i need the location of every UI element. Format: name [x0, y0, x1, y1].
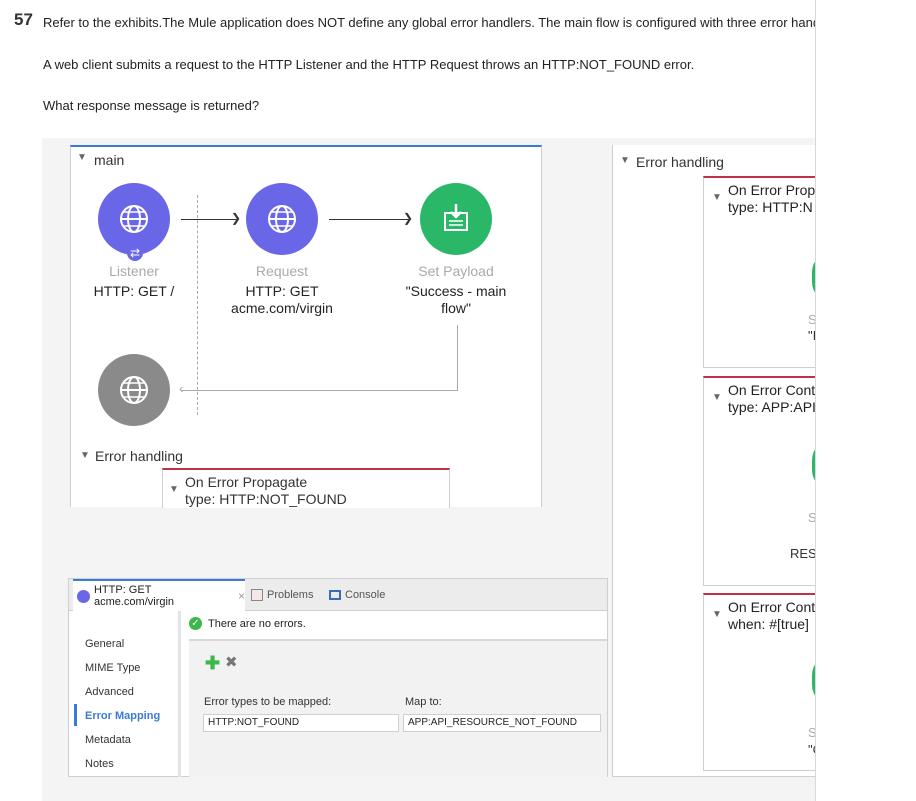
tab-problems[interactable]: Problems [251, 579, 327, 611]
handler-2-title: On Error Cont [728, 382, 816, 398]
handler-3-type: when: #[true] [728, 616, 809, 632]
request-node[interactable] [246, 183, 318, 255]
nav-metadata[interactable]: Metadata [85, 734, 131, 746]
add-icon[interactable]: ✚ [205, 653, 220, 674]
handler-1-title: On Error Prop [728, 182, 816, 198]
collapse-triangle-icon[interactable]: ▼ [712, 609, 722, 620]
problems-icon [251, 589, 263, 601]
tab-http-request[interactable]: HTTP: GET acme.com/virgin × [73, 579, 245, 611]
flow-arrow [181, 219, 237, 220]
error-type-field[interactable]: HTTP:NOT_FOUND [203, 714, 399, 732]
set-payload-label: Set Payload [418, 263, 494, 279]
on-error-propagate-title: On Error Propagate [185, 474, 308, 490]
handler-2-component-detail: RES [790, 546, 816, 561]
main-flow-canvas: ▼ main ⇄ Listener HTTP: GET / ❯ Request … [70, 145, 542, 507]
question-number: 57 [14, 10, 33, 29]
request-detail-line1: HTTP: GET [245, 283, 319, 299]
listener-detail: HTTP: GET / [93, 283, 175, 299]
map-to-header: Map to: [405, 696, 442, 708]
nav-error-mapping[interactable]: Error Mapping [85, 710, 160, 722]
set-payload-detail-line2: flow" [441, 300, 471, 316]
handler-3-title: On Error Cont [728, 599, 816, 615]
collapse-triangle-icon[interactable]: ▼ [620, 155, 630, 166]
set-payload-detail-line1: "Success - main [405, 283, 507, 299]
collapse-triangle-icon[interactable]: ▼ [80, 450, 90, 461]
error-handling-label: Error handling [95, 448, 183, 464]
handler-1-type: type: HTTP:N [728, 199, 813, 215]
properties-nav: General MIME Type Advanced Error Mapping… [69, 611, 181, 777]
source-separator [197, 195, 198, 415]
tab-http-request-label: HTTP: GET acme.com/virgin [93, 584, 175, 608]
collapse-triangle-icon[interactable]: ▼ [77, 152, 87, 163]
status-message: There are no errors. [208, 617, 306, 630]
question-intro: Refer to the exhibits.The Mule applicati… [43, 15, 815, 30]
response-node[interactable] [98, 354, 170, 426]
remove-icon[interactable]: ✖ [225, 653, 238, 671]
collapse-triangle-icon[interactable]: ▼ [169, 484, 179, 495]
close-icon[interactable]: × [238, 589, 245, 603]
globe-icon [268, 205, 296, 233]
error-types-header: Error types to be mapped: [204, 696, 332, 708]
console-icon [329, 590, 341, 600]
tab-problems-label: Problems [267, 589, 314, 601]
status-row: ✓ There are no errors. [189, 617, 306, 630]
question-scenario: A web client submits a request to the HT… [43, 57, 695, 72]
error-mapping-content: ✚ ✖ Error types to be mapped: Map to: HT… [189, 639, 607, 777]
payload-icon [444, 204, 468, 231]
request-detail-line2: acme.com/virgin [231, 300, 333, 316]
request-label: Request [255, 263, 309, 279]
nav-advanced[interactable]: Advanced [85, 686, 134, 698]
check-icon: ✓ [189, 617, 202, 630]
properties-panel: HTTP: GET acme.com/virgin × Problems Con… [68, 578, 608, 777]
bidirectional-arrows-icon: ⇄ [127, 245, 143, 261]
arrow-head-icon: ❯ [231, 211, 242, 225]
collapse-triangle-icon[interactable]: ▼ [712, 392, 722, 403]
error-handler-box-3[interactable]: ▼ On Error Cont when: #[true] S "C [703, 593, 816, 771]
arrow-left-icon: ‹ [179, 381, 184, 396]
question-prompt: What response message is returned? [43, 98, 260, 113]
flow-arrow [329, 219, 409, 220]
error-handling-title: Error handling [636, 154, 724, 170]
question-area: 57 Refer to the exhibits.The Mule applic… [0, 0, 816, 801]
page-divider [815, 0, 816, 801]
error-handler-box-2[interactable]: ▼ On Error Cont type: APP:API S RES [703, 376, 816, 586]
on-error-propagate-box[interactable]: ▼ On Error Propagate type: HTTP:NOT_FOUN… [162, 468, 450, 508]
handler-2-type: type: APP:API [728, 399, 816, 415]
return-line [457, 325, 458, 390]
globe-icon [120, 205, 148, 233]
nav-active-indicator [74, 704, 77, 726]
flow-title: main [94, 152, 125, 168]
properties-tab-bar: HTTP: GET acme.com/virgin × Problems Con… [69, 579, 607, 611]
set-payload-node[interactable] [420, 183, 492, 255]
nav-mime-type[interactable]: MIME Type [85, 662, 140, 674]
nav-notes[interactable]: Notes [85, 758, 114, 770]
globe-icon [120, 376, 148, 404]
tab-console-label: Console [345, 589, 386, 601]
listener-label: Listener [109, 263, 159, 279]
error-handling-panel: ▼ Error handling ▼ On Error Prop type: H… [612, 145, 816, 777]
nav-general[interactable]: General [85, 638, 124, 650]
globe-icon [77, 589, 90, 603]
tab-console[interactable]: Console [329, 579, 399, 611]
map-to-field[interactable]: APP:API_RESOURCE_NOT_FOUND [403, 714, 601, 732]
on-error-propagate-type: type: HTTP:NOT_FOUND [185, 491, 347, 507]
return-line [181, 390, 458, 391]
arrow-head-icon: ❯ [403, 211, 414, 225]
error-handler-box-1[interactable]: ▼ On Error Prop type: HTTP:N S "I [703, 176, 816, 368]
collapse-triangle-icon[interactable]: ▼ [712, 192, 722, 203]
